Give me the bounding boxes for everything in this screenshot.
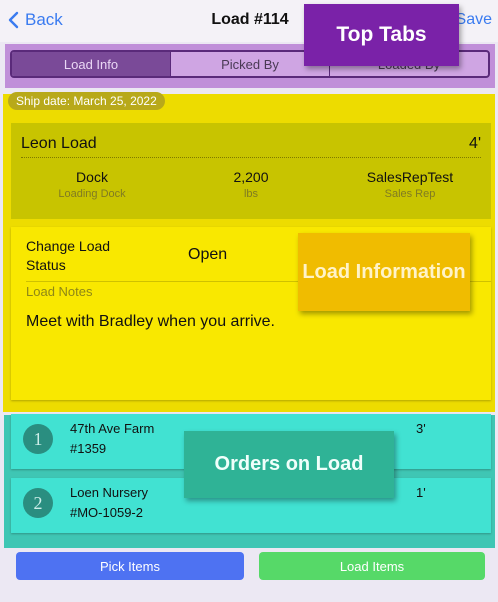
- pick-items-button[interactable]: Pick Items: [16, 552, 244, 580]
- dock-value: Dock: [76, 169, 108, 185]
- load-items-button[interactable]: Load Items: [259, 552, 485, 580]
- load-summary-card: Leon Load 4' Dock Loading Dock 2,200 lbs…: [11, 123, 491, 219]
- save-button[interactable]: Save: [456, 11, 492, 29]
- order-number: #1359: [70, 441, 107, 456]
- weight-value: 2,200: [233, 169, 269, 185]
- load-status-value: Open: [188, 246, 228, 263]
- sales-rep-stat: SalesRepTest Sales Rep: [350, 169, 470, 200]
- load-name: Leon Load: [21, 135, 97, 152]
- chevron-left-icon: [8, 11, 19, 29]
- order-index-badge: 1: [23, 424, 53, 454]
- load-notes-label: Load Notes: [26, 284, 93, 299]
- dock-label: Loading Dock: [58, 188, 126, 200]
- orders-on-load-annotation: Orders on Load: [184, 431, 394, 498]
- order-customer-name: Loen Nursery: [70, 485, 149, 500]
- tab-load-info[interactable]: Load Info: [12, 52, 171, 76]
- order-size: 1': [416, 485, 426, 500]
- dock-stat: Dock Loading Dock: [32, 169, 152, 200]
- top-tabs-annotation: Top Tabs: [304, 4, 459, 66]
- load-notes-text[interactable]: Meet with Bradley when you arrive.: [26, 313, 275, 331]
- change-load-status-button[interactable]: Change Load Status: [26, 237, 121, 275]
- weight-label: lbs: [243, 188, 259, 200]
- order-size: 3': [416, 421, 426, 436]
- back-label: Back: [25, 10, 63, 29]
- ship-date-badge: Ship date: March 25, 2022: [8, 92, 165, 110]
- load-size: 4': [469, 135, 481, 152]
- sales-rep-value: SalesRepTest: [366, 169, 454, 185]
- weight-stat: 2,200 lbs: [191, 169, 311, 200]
- back-button[interactable]: Back: [8, 10, 63, 30]
- load-information-annotation: Load Information: [298, 233, 470, 311]
- order-number: #MO-1059-2: [70, 505, 143, 520]
- divider: [21, 157, 481, 158]
- order-customer-name: 47th Ave Farm: [70, 421, 155, 436]
- sales-rep-label: Sales Rep: [384, 188, 436, 200]
- order-index-badge: 2: [23, 488, 53, 518]
